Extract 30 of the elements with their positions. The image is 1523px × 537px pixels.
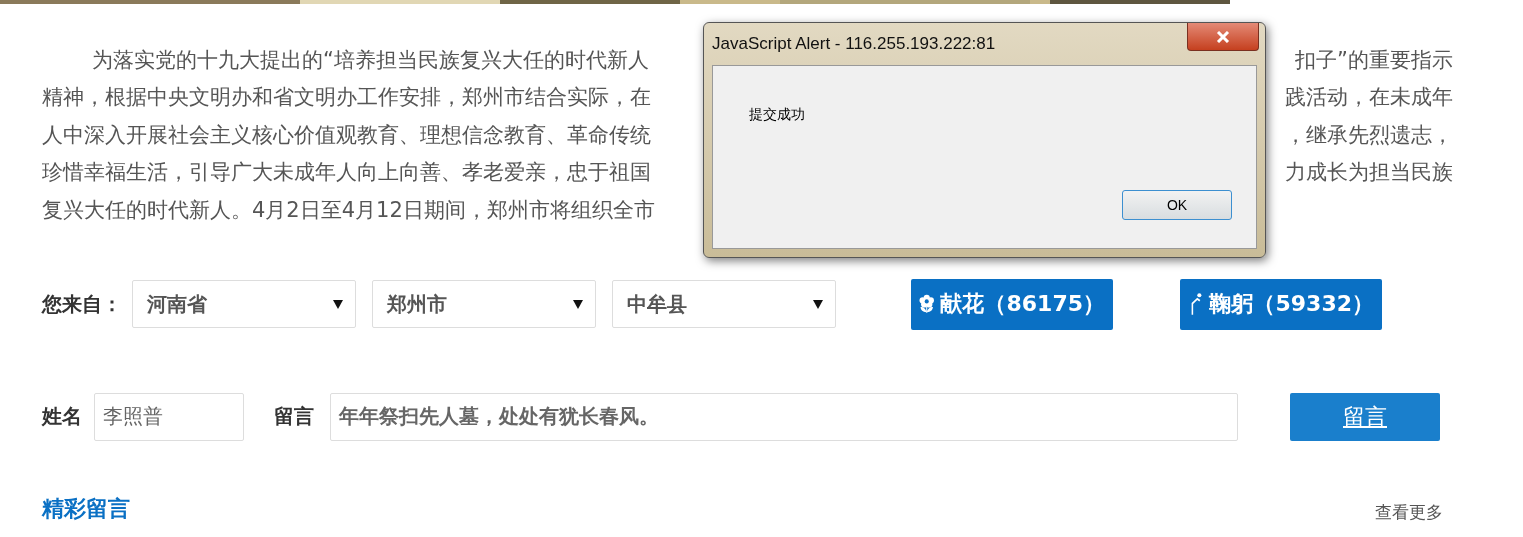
dropdown[interactable]: 郑州市 [372, 280, 596, 328]
dialog-title: JavaScript Alert - 116.255.193.222:81 [712, 34, 996, 54]
submit-button[interactable]: 留言 [1290, 392, 1440, 441]
section-title: 精彩留言 [42, 494, 130, 523]
paragraph-text: 扣子”的重要指示 [1295, 46, 1453, 74]
from-label: 您来自： [42, 290, 122, 318]
paragraph-text: 践活动，在未成年 [1285, 84, 1453, 112]
flower-button[interactable]: 献花（86175） [911, 278, 1113, 330]
paragraph-text: 人中深入开展社会主义核心价值观教育、理想信念教育、革命传统 [42, 121, 651, 149]
bow-button[interactable]: 鞠躬（59332） [1180, 278, 1382, 330]
message-label: 留言 [274, 403, 314, 430]
dropdown[interactable]: 河南省 [132, 280, 356, 328]
caret-icon [333, 299, 343, 309]
name-field[interactable]: 李照普 [94, 392, 244, 441]
close-button[interactable] [1187, 23, 1259, 51]
paragraph-text: 复兴大任的时代新人。4月2日至4月12日期间，郑州市将组织全市 [42, 196, 655, 224]
name-label: 姓名 [42, 403, 82, 430]
paragraph-text: 为落实党的十九大提出的“培养担当民族复兴大任的时代新人 [91, 46, 649, 74]
paragraph-text: 珍惜幸福生活，引导广大未成年人向上向善、孝老爱亲，忠于祖国 [42, 159, 651, 187]
alert-message: 提交成功 [749, 106, 806, 124]
ok-button[interactable]: OK [1122, 190, 1232, 220]
dropdown[interactable]: 中牟县 [612, 280, 836, 328]
message-field[interactable]: 年年祭扫先人墓，处处有犹长春风。 [330, 392, 1238, 441]
caret-icon [573, 299, 583, 309]
paragraph-text: 力成长为担当民族 [1285, 159, 1453, 187]
paragraph-text: ，继承先烈遗志， [1285, 121, 1453, 149]
close-icon [1216, 30, 1230, 43]
paragraph-text: 精神，根据中央文明办和省文明办工作安排，郑州市结合实际，在 [42, 84, 651, 112]
more-link[interactable]: 查看更多 [1375, 500, 1443, 524]
caret-icon [813, 299, 823, 309]
